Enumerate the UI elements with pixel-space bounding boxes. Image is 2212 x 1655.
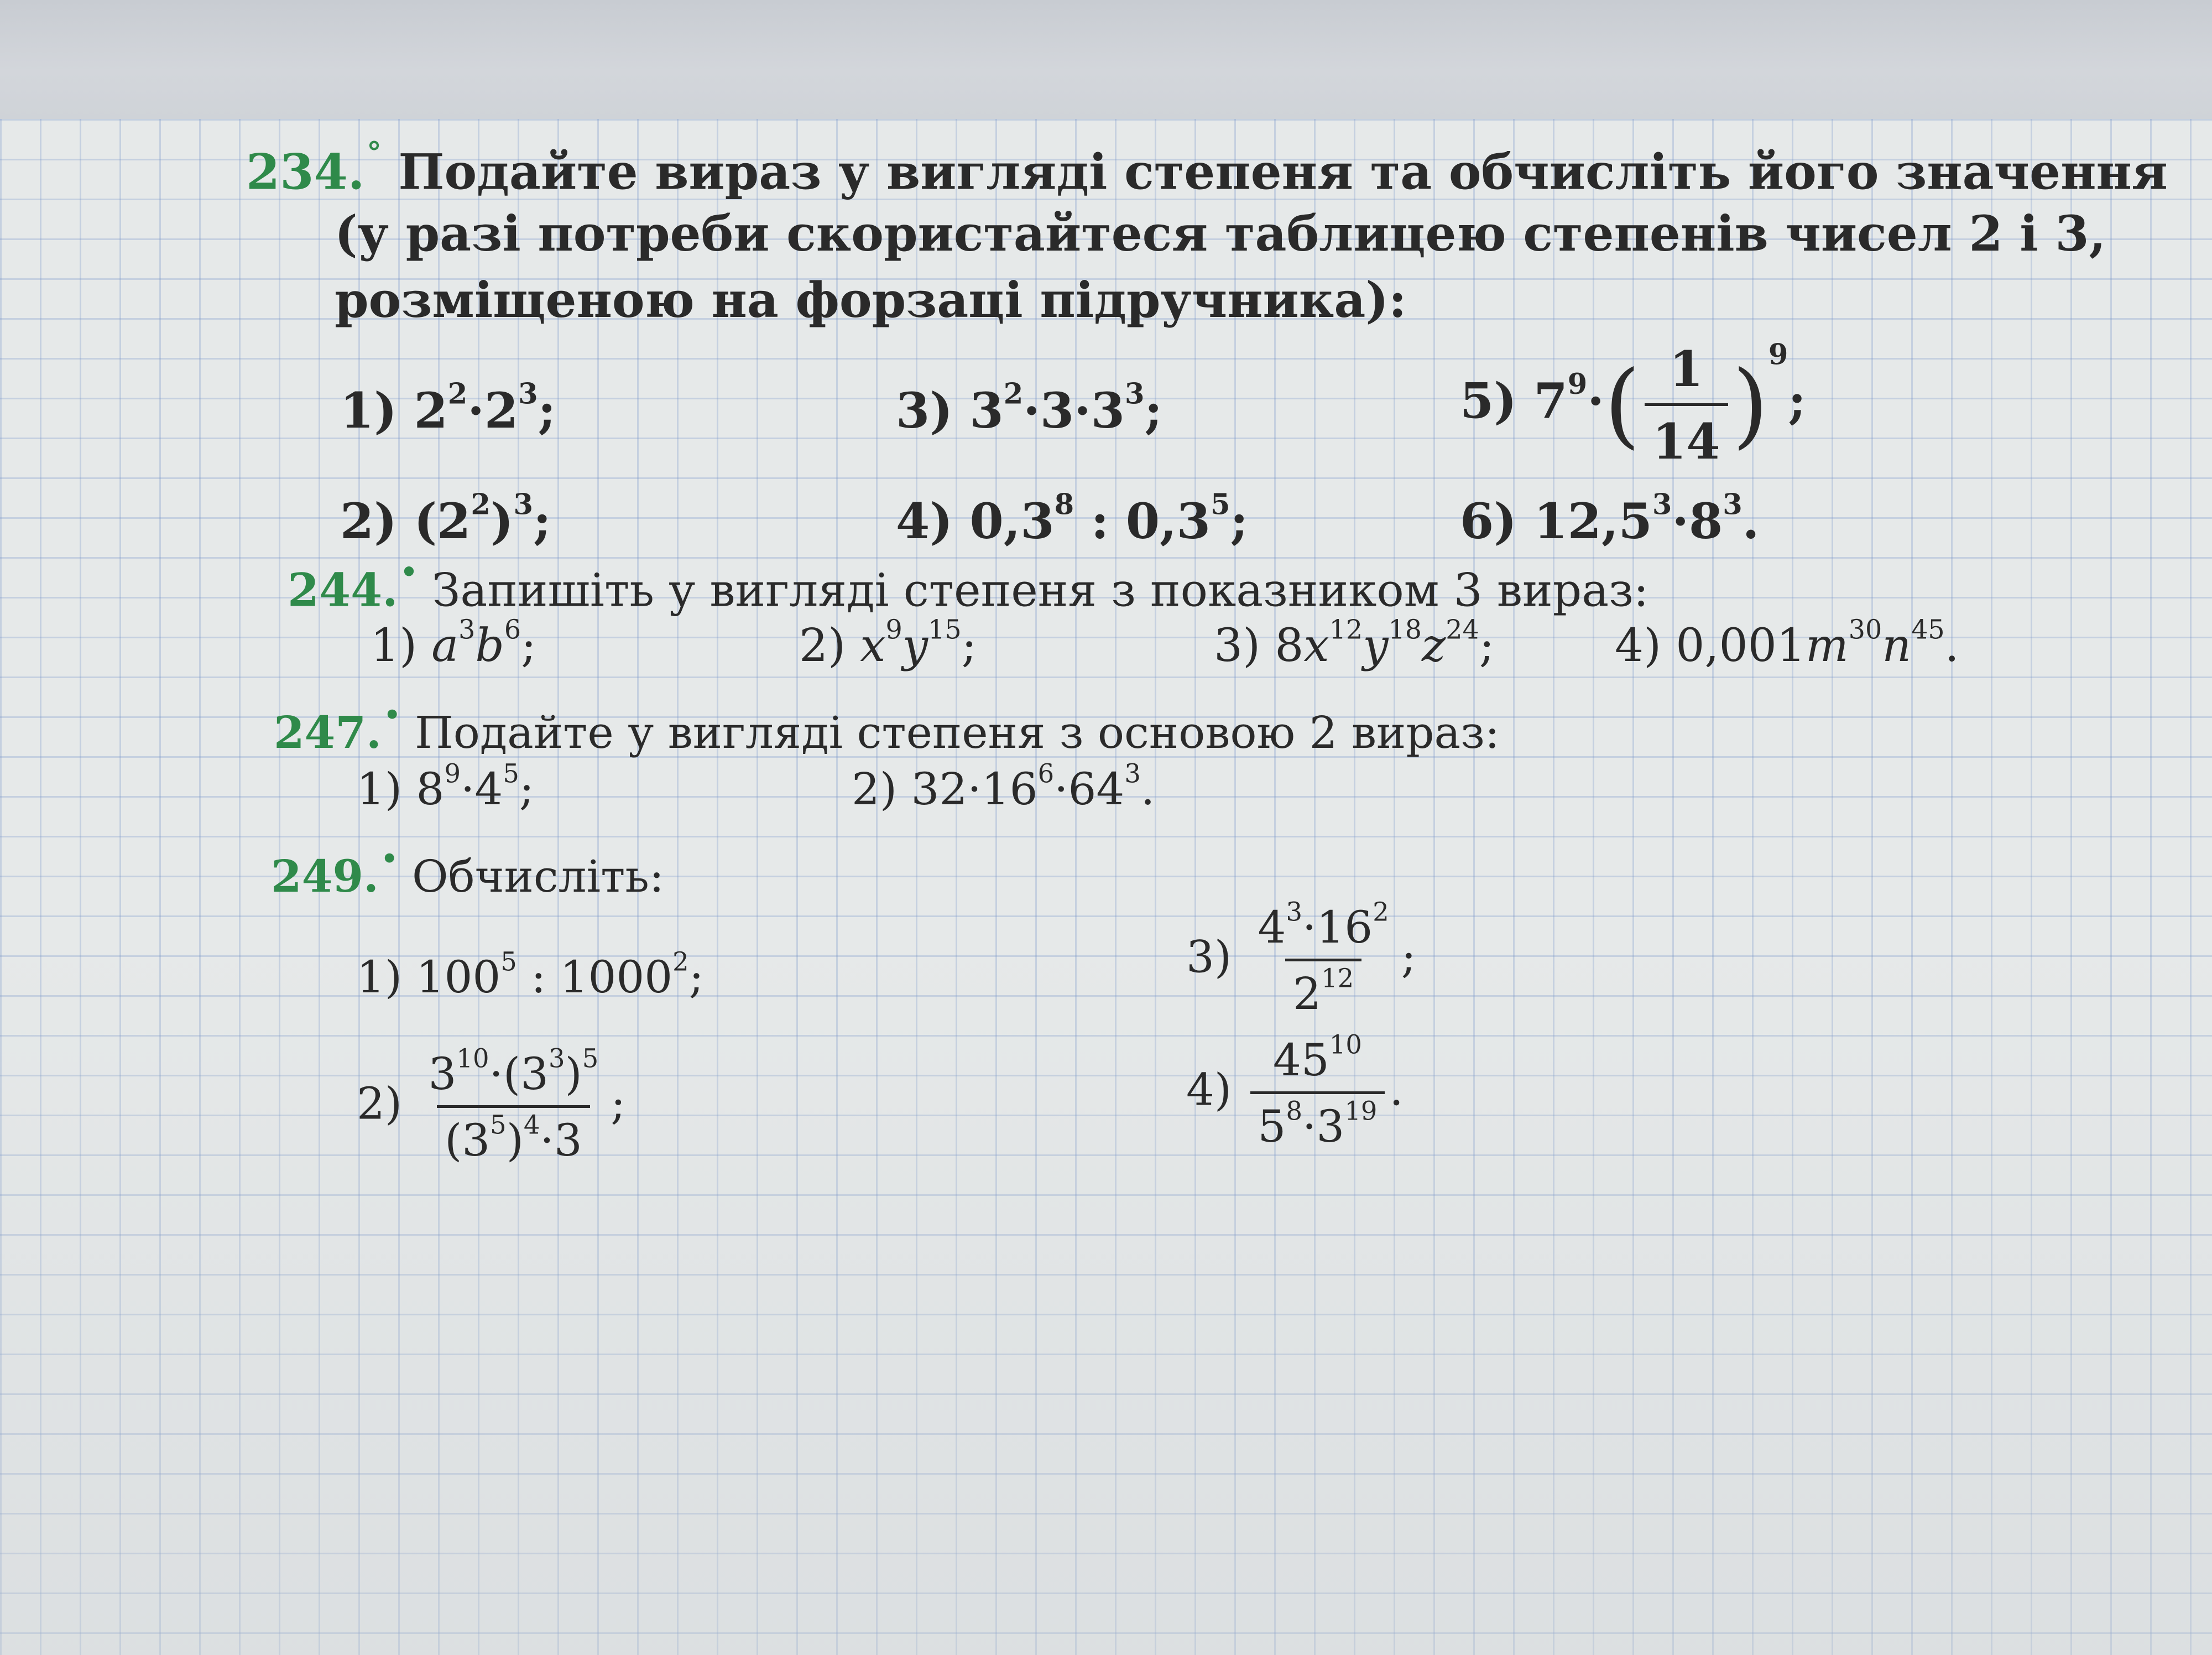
item-249-2: 2) 310·(33)5 (35)4·3 ; — [357, 1043, 626, 1166]
exercise-number: 234. — [246, 143, 365, 201]
item-247-2: 2) 32·166·643. — [852, 758, 1155, 815]
item-244-1: 1) a3b6; — [371, 615, 536, 672]
item-249-3: 3) 43·162 212 ; — [1186, 897, 1416, 1019]
item-234-4: 4) 0,38 : 0,35; — [896, 488, 1249, 550]
difficulty-mark: ° — [367, 136, 382, 170]
difficulty-mark: • — [380, 844, 398, 875]
difficulty-mark: • — [383, 700, 401, 731]
item-244-3: 3) 8x12y18z24; — [1214, 615, 1495, 672]
item-234-1: 1) 22·23; — [340, 377, 556, 439]
fraction: 310·(33)5 (35)4·3 — [428, 1043, 599, 1166]
exercise-text: Подайте у вигляді степеня з основою 2 ви… — [414, 707, 1500, 759]
page-shadow — [0, 940, 2212, 1655]
item-244-4: 4) 0,001m30n45. — [1615, 615, 1959, 672]
exercise-number: 244. — [288, 564, 398, 617]
item-234-3: 3) 32·3·33; — [896, 377, 1163, 439]
item-234-5: 5) 79·(1 14)9; — [1460, 338, 1806, 470]
exercise-number: 247. — [274, 706, 382, 759]
exercise-number: 249. — [271, 850, 379, 903]
item-247-1: 1) 89·45; — [357, 758, 534, 815]
fraction: 4510 58·319 — [1250, 1032, 1385, 1152]
difficulty-mark: • — [400, 556, 418, 588]
fraction: 1 14 — [1645, 340, 1728, 470]
exercise-247-header: 247.• Подайте у вигляді степеня з осново… — [274, 700, 1500, 758]
exercise-text-line3: розміщеною на форзаці підручника): — [335, 271, 1407, 329]
exercise-249-header: 249.• Обчисліть: — [271, 844, 664, 902]
fraction: 43·162 212 — [1258, 897, 1389, 1019]
monitor-bezel-area — [0, 0, 2212, 119]
exercise-text: Запишіть у вигляді степеня з показником … — [432, 564, 1649, 617]
item-244-2: 2) x9y15; — [799, 615, 977, 672]
item-234-2: 2) (22)3; — [340, 488, 551, 550]
exercise-234-header: 234.° Подайте вираз у вигляді степеня та… — [246, 136, 2168, 201]
exercise-text-line1: Подайте вираз у вигляді степеня та обчис… — [398, 143, 2168, 201]
item-249-4: 4) 4510 58·319 . — [1186, 1029, 1404, 1152]
exercise-244-header: 244.• Запишіть у вигляді степеня з показ… — [288, 556, 1648, 617]
item-234-6: 6) 12,53·83. — [1460, 488, 1760, 550]
exercise-text: Обчисліть: — [411, 851, 664, 903]
item-249-1: 1) 1005 : 10002; — [357, 946, 704, 1003]
exercise-text-line2: (у разі потреби скористайтеся таблицею с… — [335, 205, 2106, 262]
